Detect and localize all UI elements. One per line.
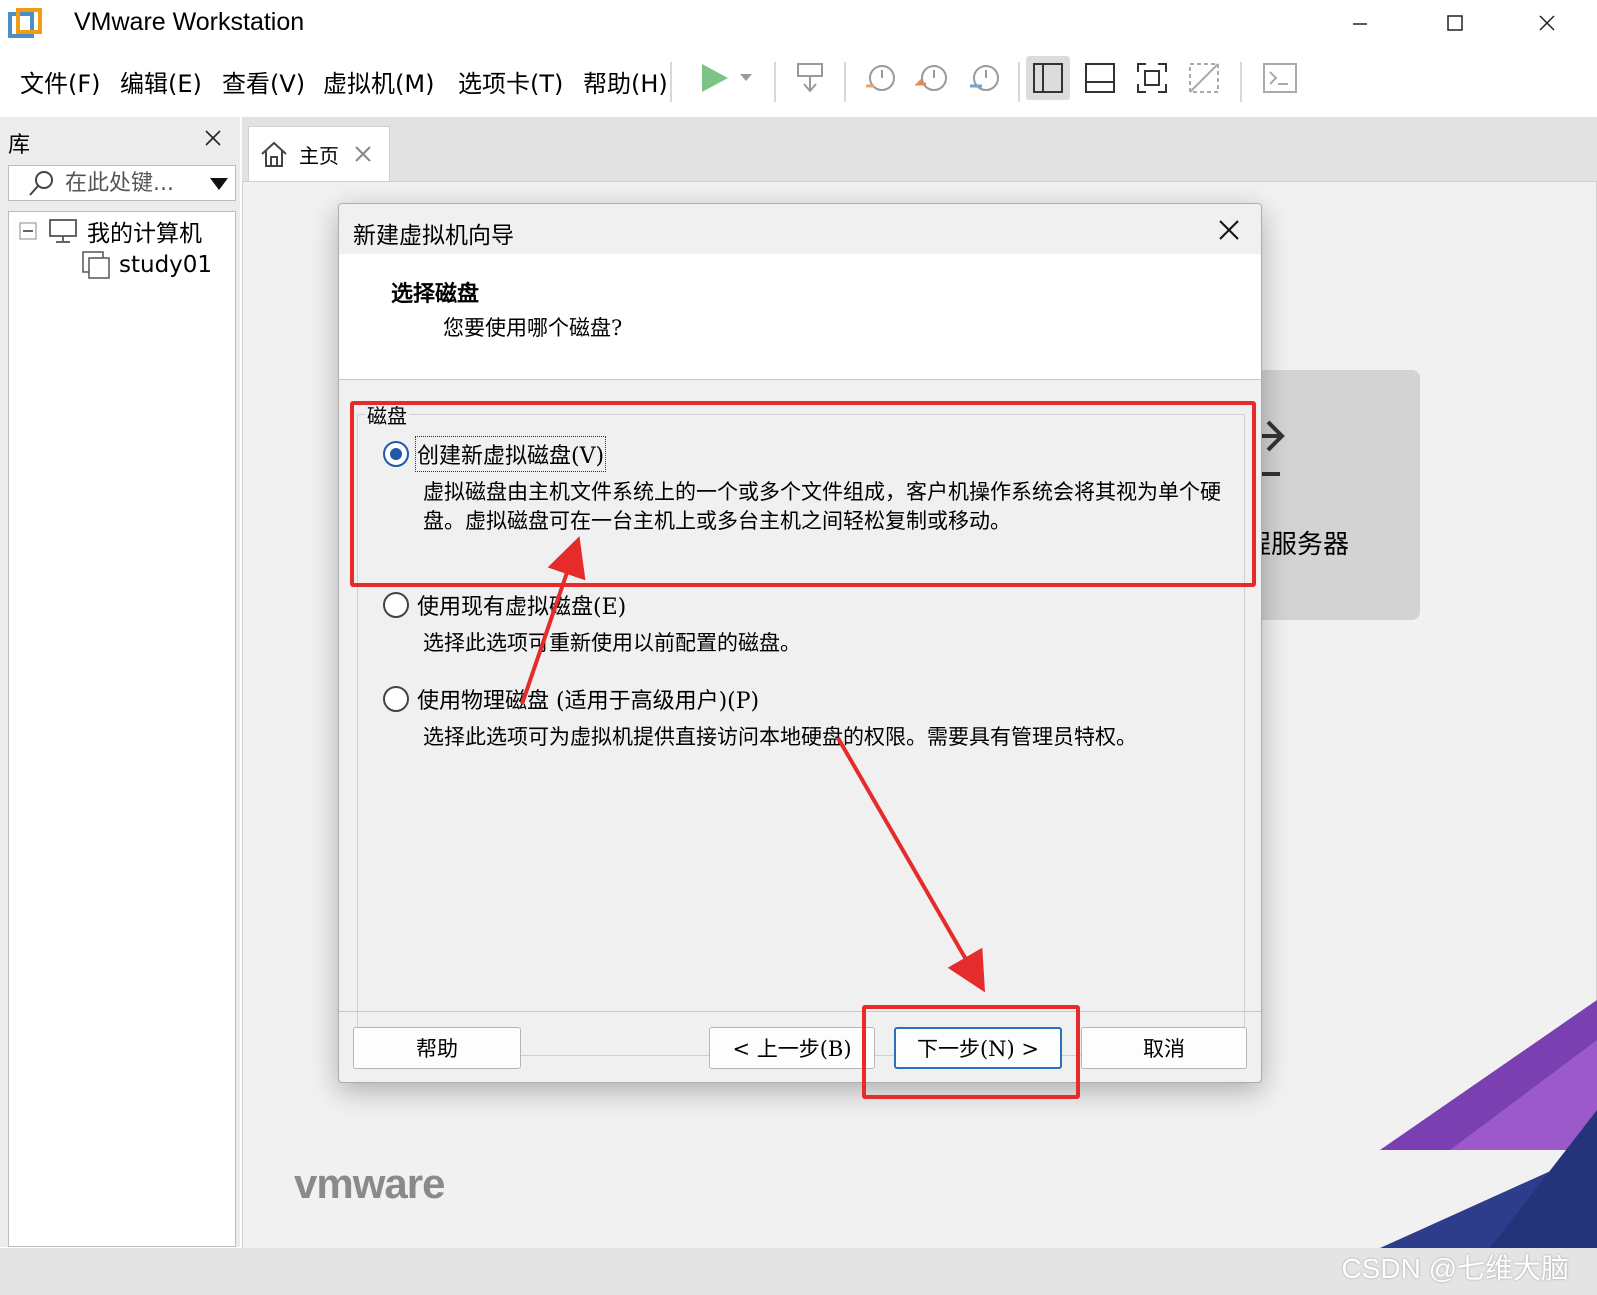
dropdown-arrow-icon[interactable] (209, 176, 229, 192)
bottom-bar-layout-icon (1085, 63, 1115, 93)
option-use-existing-disk[interactable]: 使用现有虚拟磁盘(E) (383, 589, 626, 621)
show-thumbnail-bar-button[interactable] (1078, 56, 1122, 100)
library-panel: 库 我的计算机 study01 (0, 117, 240, 1247)
maximize-button[interactable] (1435, 6, 1475, 40)
snapshot-clock-icon (866, 65, 895, 91)
cancel-button[interactable]: 取消 (1081, 1027, 1247, 1069)
vm-icon (82, 251, 110, 279)
tree-item-label: study01 (119, 252, 213, 278)
vmware-app-icon (8, 8, 42, 38)
dialog-button-separator (339, 1011, 1261, 1012)
dialog-header: 选择磁盘 您要使用哪个磁盘? (339, 254, 1261, 380)
minimize-button[interactable] (1340, 6, 1380, 40)
power-on-button[interactable] (694, 56, 758, 100)
menu-file[interactable]: 文件(F) (20, 64, 101, 99)
maximize-icon (1447, 15, 1463, 31)
show-library-button[interactable] (1026, 56, 1070, 100)
window-title: VMware Workstation (74, 8, 305, 36)
tab-home[interactable]: 主页 (248, 126, 390, 181)
library-header: 库 (0, 117, 240, 161)
csdn-watermark: CSDN @七维大脑 (1341, 1253, 1569, 1284)
snapshot-manager-button[interactable] (962, 56, 1006, 100)
snapshot-manager-icon (970, 65, 999, 91)
option-use-physical-disk[interactable]: 使用物理磁盘 (适用于高级用户)(P) (383, 683, 759, 715)
option-description: 选择此选项可重新使用以前配置的磁盘。 (423, 631, 801, 655)
full-screen-button[interactable] (1130, 56, 1174, 100)
library-title: 库 (8, 133, 31, 158)
console-view-button[interactable] (1258, 56, 1302, 100)
help-button[interactable]: 帮助 (353, 1027, 521, 1069)
sidebar-layout-icon (1033, 63, 1063, 93)
menu-edit[interactable]: 编辑(E) (120, 64, 202, 99)
search-icon (29, 171, 53, 196)
menu-help[interactable]: 帮助(H) (583, 64, 668, 99)
terminal-icon (1263, 63, 1297, 93)
back-button[interactable]: < 上一步(B) (709, 1027, 875, 1069)
title-bar: VMware Workstation (0, 0, 1597, 46)
library-search-input[interactable] (65, 170, 200, 196)
option-description: 选择此选项可为虚拟机提供直接访问本地硬盘的权限。需要具有管理员特权。 (423, 725, 1137, 749)
network-icon (797, 63, 823, 93)
tree-item-my-computer[interactable]: 我的计算机 (19, 216, 202, 247)
unity-button[interactable] (1182, 56, 1226, 100)
close-icon (1539, 15, 1555, 31)
radio-use-physical-disk[interactable] (383, 686, 409, 712)
snapshot-take-button[interactable] (858, 56, 902, 100)
dialog-title: 新建虚拟机向导 (353, 223, 514, 249)
menu-toolbar: 文件(F) 编辑(E) 查看(V) 虚拟机(M) 选项卡(T) 帮助(H) (0, 46, 1597, 114)
library-close-button[interactable] (198, 123, 228, 153)
tree-item-study01[interactable]: study01 (81, 250, 212, 280)
computer-icon (49, 219, 77, 243)
unity-disabled-icon (1189, 63, 1219, 93)
snapshot-revert-icon (914, 65, 947, 91)
tab-strip (242, 117, 1597, 181)
play-icon (702, 64, 752, 92)
fullscreen-icon (1137, 63, 1167, 93)
close-icon (205, 130, 221, 146)
decorative-triangles (1380, 1000, 1597, 1248)
new-vm-wizard-dialog: 新建虚拟机向导 选择磁盘 您要使用哪个磁盘? 磁盘 创建新虚拟磁盘(V) 虚拟磁… (338, 203, 1262, 1083)
step-title: 选择磁盘 (391, 281, 480, 307)
library-search (8, 165, 236, 201)
dialog-title-bar: 新建虚拟机向导 (339, 204, 1261, 254)
step-subtitle: 您要使用哪个磁盘? (443, 316, 623, 340)
close-icon (1219, 220, 1239, 240)
menu-vm[interactable]: 虚拟机(M) (323, 64, 434, 99)
close-tab-icon[interactable] (353, 144, 373, 164)
library-tree: 我的计算机 study01 (8, 211, 236, 1247)
annotation-highlight-next (862, 1005, 1080, 1099)
collapse-icon[interactable] (19, 222, 37, 240)
option-label: 使用现有虚拟磁盘(E) (417, 595, 627, 620)
menu-tabs[interactable]: 选项卡(T) (458, 64, 563, 99)
menu-view[interactable]: 查看(V) (222, 64, 305, 99)
home-icon (261, 141, 287, 167)
minimize-icon (1353, 23, 1367, 25)
radio-use-existing-disk[interactable] (383, 592, 409, 618)
dialog-close-button[interactable] (1209, 210, 1249, 250)
snapshot-revert-button[interactable] (910, 56, 954, 100)
vmware-logo: vmware (294, 1160, 445, 1207)
tree-item-label: 我的计算机 (87, 221, 202, 247)
option-label: 使用物理磁盘 (适用于高级用户)(P) (417, 689, 760, 714)
send-ctrl-alt-del-button[interactable] (788, 56, 832, 100)
close-window-button[interactable] (1527, 6, 1567, 40)
annotation-highlight-option (350, 401, 1256, 587)
tab-label: 主页 (299, 143, 339, 168)
